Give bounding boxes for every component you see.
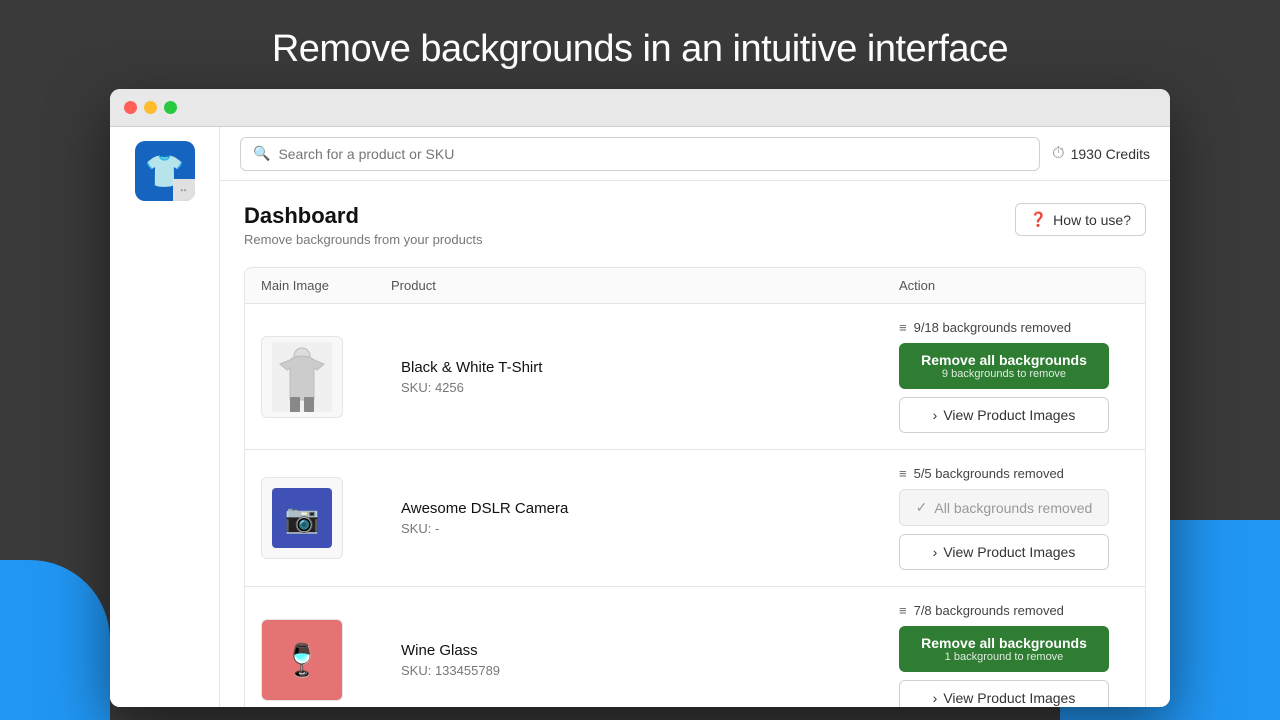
action-col-1: ≡ 9/18 backgrounds removed Remove all ba…: [899, 320, 1129, 433]
remove-bg-title-1: Remove all backgrounds: [913, 352, 1095, 368]
dashboard-header: Dashboard Remove backgrounds from your p…: [244, 203, 1146, 247]
remove-bg-sub-3: 1 background to remove: [913, 651, 1095, 663]
tshirt-image: [272, 342, 332, 412]
browser-content: 👕 ▪▪ 🔍 ⏱ 1930 Credits: [110, 127, 1170, 707]
all-removed-label-2: All backgrounds removed: [934, 500, 1092, 516]
bg-status-1: ≡ 9/18 backgrounds removed: [899, 320, 1129, 335]
table-row: 🍷 Wine Glass SKU: 133455789 ≡ 7/8 backgr…: [245, 587, 1145, 707]
remove-bg-title-3: Remove all backgrounds: [913, 635, 1095, 651]
remove-bg-sub-1: 9 backgrounds to remove: [913, 368, 1095, 380]
dashboard-area: Dashboard Remove backgrounds from your p…: [220, 181, 1170, 707]
dashboard-subtitle: Remove backgrounds from your products: [244, 232, 482, 247]
product-sku-1: SKU: 4256: [401, 380, 899, 395]
product-sku-3: SKU: 133455789: [401, 663, 899, 678]
browser-titlebar: [110, 89, 1170, 127]
search-icon: 🔍: [253, 145, 270, 162]
page-title: Remove backgrounds in an intuitive inter…: [0, 0, 1280, 89]
product-info-2: Awesome DSLR Camera SKU: -: [391, 500, 899, 536]
check-icon-2: ✓: [916, 499, 928, 516]
view-images-button-1[interactable]: › View Product Images: [899, 397, 1109, 433]
how-to-button[interactable]: ❓ How to use?: [1015, 203, 1146, 236]
how-to-icon: ❓: [1030, 211, 1047, 228]
view-images-label-2: View Product Images: [943, 544, 1075, 560]
credits-badge: ⏱ 1930 Credits: [1052, 145, 1150, 163]
dashboard-title: Dashboard: [244, 203, 482, 229]
bg-status-text-2: 5/5 backgrounds removed: [914, 466, 1064, 481]
all-removed-badge-2: ✓ All backgrounds removed: [899, 489, 1109, 526]
decorative-shape-left: [0, 560, 110, 720]
product-name-2: Awesome DSLR Camera: [401, 500, 899, 517]
how-to-label: How to use?: [1053, 212, 1131, 228]
app-header: 🔍 ⏱ 1930 Credits: [220, 127, 1170, 181]
view-images-label-3: View Product Images: [943, 690, 1075, 706]
dashboard-title-group: Dashboard Remove backgrounds from your p…: [244, 203, 482, 247]
main-area: 🔍 ⏱ 1930 Credits Dashboard Remove backgr…: [220, 127, 1170, 707]
view-images-button-2[interactable]: › View Product Images: [899, 534, 1109, 570]
wineglass-image: 🍷: [262, 619, 342, 701]
logo-corner-pattern: ▪▪: [173, 179, 195, 201]
browser-window: 👕 ▪▪ 🔍 ⏱ 1930 Credits: [110, 89, 1170, 707]
col-header-product: Product: [391, 278, 899, 293]
table-row: 📷 Awesome DSLR Camera SKU: - ≡ 5/5 backg…: [245, 450, 1145, 587]
bg-status-icon-1: ≡: [899, 320, 907, 335]
bg-status-icon-3: ≡: [899, 603, 907, 618]
search-input[interactable]: [278, 146, 1027, 162]
camera-image: 📷: [272, 488, 332, 548]
product-sku-2: SKU: -: [401, 521, 899, 536]
table-header: Main Image Product Action: [245, 268, 1145, 304]
product-thumb-2: 📷: [261, 477, 343, 559]
view-images-label-1: View Product Images: [943, 407, 1075, 423]
bg-status-3: ≡ 7/8 backgrounds removed: [899, 603, 1129, 618]
action-col-3: ≡ 7/8 backgrounds removed Remove all bac…: [899, 603, 1129, 707]
view-images-button-3[interactable]: › View Product Images: [899, 680, 1109, 707]
bg-status-icon-2: ≡: [899, 466, 907, 481]
product-info-1: Black & White T-Shirt SKU: 4256: [391, 359, 899, 395]
bg-status-text-1: 9/18 backgrounds removed: [914, 320, 1072, 335]
sidebar: 👕 ▪▪: [110, 127, 220, 707]
credits-icon: ⏱: [1052, 145, 1064, 163]
product-info-3: Wine Glass SKU: 133455789: [391, 642, 899, 678]
products-table: Main Image Product Action: [244, 267, 1146, 707]
app-logo: 👕 ▪▪: [135, 141, 195, 201]
remove-bg-button-3[interactable]: Remove all backgrounds 1 background to r…: [899, 626, 1109, 672]
product-thumb-1: [261, 336, 343, 418]
window-close-dot[interactable]: [124, 101, 137, 114]
col-header-action: Action: [899, 278, 1129, 293]
window-fullscreen-dot[interactable]: [164, 101, 177, 114]
remove-bg-button-1[interactable]: Remove all backgrounds 9 backgrounds to …: [899, 343, 1109, 389]
chevron-right-icon-1: ›: [933, 407, 938, 423]
col-header-main-image: Main Image: [261, 278, 391, 293]
product-thumb-3: 🍷: [261, 619, 343, 701]
product-name-3: Wine Glass: [401, 642, 899, 659]
credits-label: 1930 Credits: [1071, 146, 1150, 162]
bg-status-text-3: 7/8 backgrounds removed: [914, 603, 1064, 618]
chevron-right-icon-2: ›: [933, 544, 938, 560]
bg-status-2: ≡ 5/5 backgrounds removed: [899, 466, 1129, 481]
table-row: Black & White T-Shirt SKU: 4256 ≡ 9/18 b…: [245, 304, 1145, 450]
action-col-2: ≡ 5/5 backgrounds removed ✓ All backgrou…: [899, 466, 1129, 570]
chevron-right-icon-3: ›: [933, 690, 938, 706]
search-bar[interactable]: 🔍: [240, 137, 1040, 171]
product-name-1: Black & White T-Shirt: [401, 359, 899, 376]
window-minimize-dot[interactable]: [144, 101, 157, 114]
